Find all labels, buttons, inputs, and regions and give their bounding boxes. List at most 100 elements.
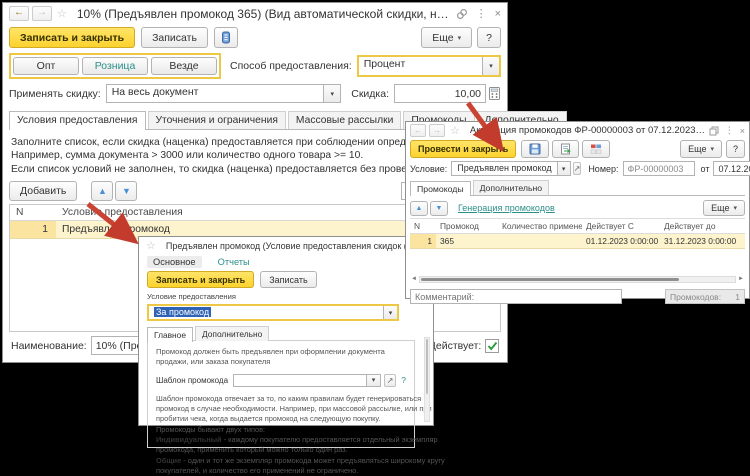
link-icon[interactable] [456,8,468,20]
generate-promocodes-link[interactable]: Генерация промокодов [458,203,555,213]
codes-toolbar: ▲ ▼ Генерация промокодов Еще▾ [406,200,749,216]
apply-combo[interactable]: На весь документ ▾ [106,84,342,103]
save-icon[interactable] [521,140,549,158]
method-label: Способ предоставления: [230,60,352,72]
move-up-icon[interactable]: ▲ [91,181,113,201]
doc-header-row: Условие: Предъявлен промокод ▾ ↗ Номер: … [406,161,749,176]
codes-table-row[interactable]: 1 365 01.12.2023 0:00:00 31.12.2023 0:00… [410,234,745,249]
scope-retail-button[interactable]: Розница [82,57,148,75]
row-valid-from: 01.12.2023 0:00:00 [582,234,660,248]
vertical-scrollbar[interactable] [424,337,430,422]
scope-opt-button[interactable]: Опт [13,57,79,75]
form-nav: Основное Отчеты [139,254,433,270]
help-line: покупателей, и количество его применений… [156,466,406,476]
tab-refinements[interactable]: Уточнения и ограничения [148,111,286,129]
move-up-icon[interactable]: ▲ [410,201,428,216]
scope-everywhere-button[interactable]: Везде [151,57,217,75]
col-n: N [410,219,436,233]
titlebar: ← → ☆ 10% (Предъявлен промокод 365) (Вид… [3,3,507,24]
move-down-icon[interactable]: ▼ [430,201,448,216]
condition-label: Условие: [410,164,447,174]
doc-footer: Промокодов: 1 [410,289,745,304]
tab-promocodes[interactable]: Промокоды [410,181,471,196]
col-count: Количество применений [498,219,582,233]
chevron-down-icon[interactable]: ▾ [482,57,499,75]
open-icon[interactable]: ↗ [384,374,396,387]
scroll-right-icon[interactable]: ► [738,275,744,284]
condition-kind-combo[interactable]: За промокод ▾ [147,304,399,321]
chevron-down-icon[interactable]: ▾ [323,85,340,102]
chevron-down-icon[interactable]: ▾ [557,162,570,175]
resize-icon[interactable] [709,126,719,136]
template-combo[interactable]: ▾ [233,374,381,387]
help-button[interactable]: ? [477,27,501,48]
tab-additional[interactable]: Дополнительно [473,180,550,195]
more-button[interactable]: Еще▾ [703,200,745,216]
favorite-star-icon[interactable]: ☆ [450,124,460,137]
active-checkbox[interactable] [485,339,499,353]
favorite-star-icon[interactable]: ☆ [146,239,156,252]
row-number: 1 [10,221,56,238]
tab-mass-mailings[interactable]: Массовые рассылки [288,111,401,129]
template-help-text: Шаблон промокода отвечает за то, по каки… [156,394,406,476]
date-input[interactable] [713,161,750,176]
add-button[interactable]: Добавить [9,181,77,201]
kebab-menu-icon[interactable]: ⋮ [725,125,734,136]
nav-reports[interactable]: Отчеты [212,256,256,268]
main-tab-panel: Промокод должен быть предъявлен при офор… [147,340,415,448]
save-button[interactable]: Записать [141,27,208,48]
window-promocode-activation: ← → ☆ Активация промокодов ФР-00000003 о… [405,121,750,299]
scroll-thumb[interactable] [421,278,679,281]
calculator-icon[interactable] [488,86,501,101]
more-button[interactable]: Еще▾ [680,140,722,158]
close-icon[interactable]: × [495,8,501,20]
condition-combo[interactable]: Предъявлен промокод ▾ [451,161,570,176]
number-input[interactable] [623,161,695,176]
more-button[interactable]: Еще▾ [421,27,472,48]
method-combo[interactable]: Процент ▾ [357,55,501,77]
forward-icon[interactable]: → [32,6,52,21]
help-line: Промокоды бывают двух типов: [156,425,406,435]
dtkt-posting-icon[interactable] [582,140,610,158]
chevron-down-icon[interactable]: ▾ [366,375,380,386]
move-down-icon[interactable]: ▼ [115,181,137,201]
chevron-down-icon[interactable]: ▾ [383,306,397,319]
post-close-button[interactable]: Провести и закрыть [410,140,516,158]
save-close-button[interactable]: Записать и закрыть [147,271,254,288]
open-icon[interactable]: ↗ [573,162,582,175]
linked-documents-icon[interactable] [214,27,238,48]
help-line: Индивидуальный - каждому покупателю пред… [156,435,406,445]
forward-icon[interactable]: → [429,124,445,137]
back-icon[interactable]: ← [9,6,29,21]
condition-value: Предъявлен промокод [452,162,556,175]
kebab-menu-icon[interactable]: ⋮ [476,7,487,20]
chevron-down-icon: ▾ [733,204,737,212]
save-button[interactable]: Записать [260,271,316,288]
discount-input[interactable] [394,84,486,103]
tab-conditions[interactable]: Условия предоставления [9,111,146,130]
back-icon[interactable]: ← [410,124,426,137]
help-button[interactable]: ? [726,140,745,158]
condition-kind-label: Условие предоставления [147,292,433,301]
post-document-icon[interactable] [552,140,579,158]
tab-main[interactable]: Главное [147,327,193,342]
window-title: Предъявлен промокод (Условие предоставле… [166,241,428,251]
help-line: Общие - один и тот же экземпляр промокод… [156,456,406,466]
save-close-button[interactable]: Записать и закрыть [9,27,135,48]
window-title: 10% (Предъявлен промокод 365) (Вид автом… [77,7,453,21]
favorite-star-icon[interactable]: ☆ [57,7,67,20]
scroll-thumb[interactable] [426,339,428,394]
help-line: Шаблон промокода отвечает за то, по каки… [156,394,406,404]
doc-toolbar: Провести и закрыть Еще▾ ? [406,140,749,158]
tab-additional[interactable]: Дополнительно [195,326,269,341]
template-help-button[interactable]: ? [401,375,406,385]
close-icon[interactable]: × [740,126,745,136]
nav-main[interactable]: Основное [147,256,202,268]
col-to: Действует до [660,219,745,233]
comment-input[interactable] [410,289,622,304]
template-label: Шаблон промокода [156,376,228,385]
horizontal-scrollbar[interactable]: ◄ ► [411,275,744,284]
window-title: Активация промокодов ФР-00000003 от 07.1… [470,125,706,136]
scroll-track[interactable] [419,276,736,283]
scroll-left-icon[interactable]: ◄ [411,275,417,284]
